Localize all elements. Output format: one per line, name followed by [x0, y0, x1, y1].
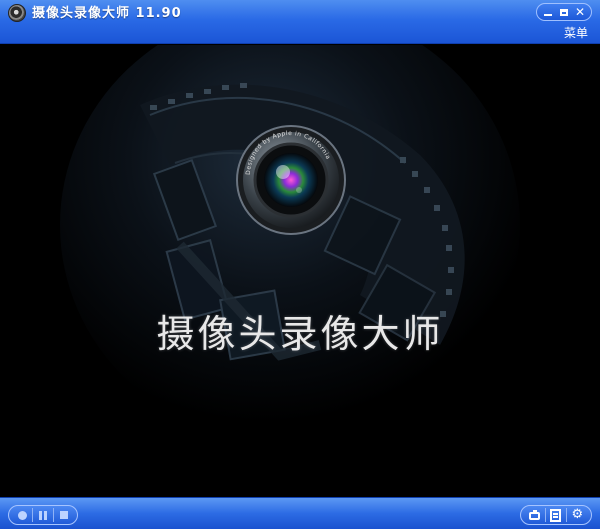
minimize-button[interactable] [541, 5, 555, 19]
menu-button[interactable]: 菜单 [564, 24, 588, 41]
pause-button[interactable] [34, 507, 52, 523]
stop-button[interactable] [55, 507, 73, 523]
divider [544, 508, 546, 522]
document-icon [550, 508, 562, 522]
pause-icon [38, 510, 47, 520]
camera-lens: Designed by Apple in California [236, 125, 346, 235]
close-button[interactable]: ✕ [573, 5, 587, 19]
splash-title: 摄像头录像大师 [156, 312, 444, 356]
records-button[interactable] [547, 507, 565, 523]
splash-artwork: Designed by Apple in California [0, 45, 600, 497]
divider [566, 508, 568, 522]
webcam-icon [8, 4, 26, 22]
maximize-icon [560, 8, 568, 16]
snapshot-button[interactable] [526, 507, 544, 523]
stop-icon [59, 511, 68, 519]
snapshot-icon [529, 510, 541, 520]
record-icon [17, 510, 27, 520]
settings-button[interactable]: ⚙ [568, 507, 586, 523]
maximize-button[interactable] [557, 5, 571, 19]
minimize-icon [544, 14, 552, 16]
bottom-toolbar: ⚙ [0, 497, 600, 529]
close-icon: ✕ [574, 5, 586, 19]
record-button[interactable] [13, 507, 31, 523]
gear-icon: ⚙ [571, 507, 584, 522]
window-title: 摄像头录像大师 11.90 [32, 6, 182, 21]
video-viewport: Designed by Apple in California 摄像头录像大师 [0, 45, 600, 497]
recording-controls [8, 505, 78, 525]
window-controls: ✕ [536, 3, 592, 21]
utility-controls: ⚙ [520, 505, 592, 525]
title-bar: 摄像头录像大师 11.90 ✕ 菜单 [0, 0, 600, 44]
